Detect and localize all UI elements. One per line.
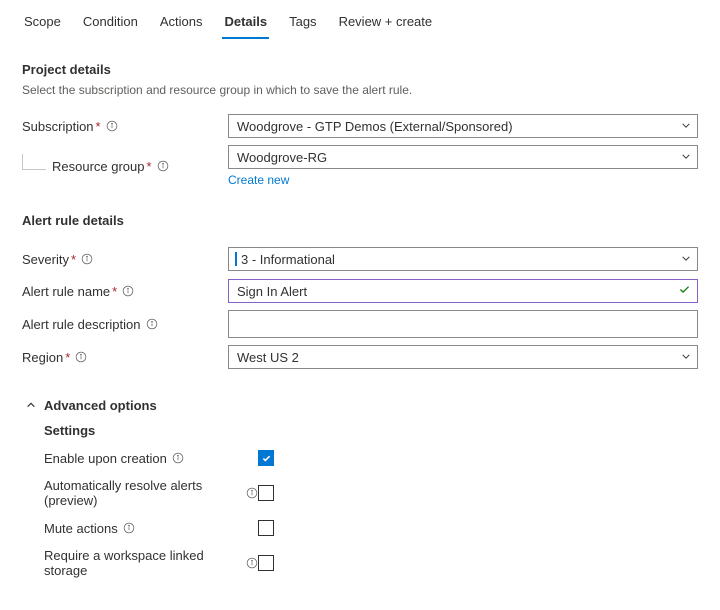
- info-icon[interactable]: [146, 318, 158, 330]
- severity-value: 3 - Informational: [241, 252, 335, 267]
- chevron-down-icon: [681, 150, 691, 165]
- subscription-value: Woodgrove - GTP Demos (External/Sponsore…: [237, 119, 513, 134]
- info-icon[interactable]: [246, 557, 258, 569]
- enable-upon-creation-label: Enable upon creation: [44, 451, 167, 466]
- info-icon[interactable]: [75, 351, 87, 363]
- resource-group-value: Woodgrove-RG: [237, 150, 327, 165]
- indent-connector: [22, 154, 46, 170]
- severity-label: Severity: [22, 252, 69, 267]
- alert-rule-name-label: Alert rule name: [22, 284, 110, 299]
- required-marker: *: [71, 252, 76, 267]
- chevron-down-icon: [681, 119, 691, 134]
- auto-resolve-checkbox[interactable]: [258, 485, 274, 501]
- tab-scope[interactable]: Scope: [22, 8, 63, 39]
- mute-actions-label: Mute actions: [44, 521, 118, 536]
- alert-rule-details-title: Alert rule details: [22, 213, 698, 228]
- info-icon[interactable]: [157, 160, 169, 172]
- tab-details[interactable]: Details: [222, 8, 269, 39]
- tab-actions[interactable]: Actions: [158, 8, 205, 39]
- region-select[interactable]: West US 2: [228, 345, 698, 369]
- workspace-storage-label: Require a workspace linked storage: [44, 548, 241, 578]
- subscription-select[interactable]: Woodgrove - GTP Demos (External/Sponsore…: [228, 114, 698, 138]
- chevron-up-icon: [26, 398, 36, 413]
- required-marker: *: [65, 350, 70, 365]
- alert-rule-name-input[interactable]: Sign In Alert: [228, 279, 698, 303]
- info-icon[interactable]: [81, 253, 93, 265]
- alert-rule-desc-input[interactable]: [228, 310, 698, 338]
- alert-rule-desc-label: Alert rule description: [22, 317, 141, 332]
- create-new-link[interactable]: Create new: [228, 173, 289, 187]
- tab-bar: Scope Condition Actions Details Tags Rev…: [22, 8, 698, 40]
- chevron-down-icon: [681, 350, 691, 365]
- advanced-options-label: Advanced options: [44, 398, 157, 413]
- workspace-storage-checkbox[interactable]: [258, 555, 274, 571]
- severity-select[interactable]: 3 - Informational: [228, 247, 698, 271]
- region-label: Region: [22, 350, 63, 365]
- settings-title: Settings: [44, 423, 698, 438]
- mute-actions-checkbox[interactable]: [258, 520, 274, 536]
- advanced-options-toggle[interactable]: Advanced options: [26, 398, 698, 413]
- info-icon[interactable]: [246, 487, 258, 499]
- valid-check-icon: [678, 283, 691, 299]
- resource-group-select[interactable]: Woodgrove-RG: [228, 145, 698, 169]
- project-details-sub: Select the subscription and resource gro…: [22, 83, 698, 97]
- severity-color-bar: [235, 252, 237, 266]
- project-details-title: Project details: [22, 62, 698, 77]
- enable-upon-creation-checkbox[interactable]: [258, 450, 274, 466]
- info-icon[interactable]: [172, 452, 184, 464]
- region-value: West US 2: [237, 350, 299, 365]
- alert-rule-name-value: Sign In Alert: [237, 284, 307, 299]
- required-marker: *: [112, 284, 117, 299]
- tab-condition[interactable]: Condition: [81, 8, 140, 39]
- chevron-down-icon: [681, 252, 691, 267]
- info-icon[interactable]: [123, 522, 135, 534]
- auto-resolve-label: Automatically resolve alerts (preview): [44, 478, 241, 508]
- required-marker: *: [147, 159, 152, 174]
- subscription-label: Subscription: [22, 119, 94, 134]
- info-icon[interactable]: [106, 120, 118, 132]
- tab-tags[interactable]: Tags: [287, 8, 318, 39]
- tab-review[interactable]: Review + create: [337, 8, 435, 39]
- required-marker: *: [96, 119, 101, 134]
- info-icon[interactable]: [122, 285, 134, 297]
- resource-group-label: Resource group: [52, 159, 145, 174]
